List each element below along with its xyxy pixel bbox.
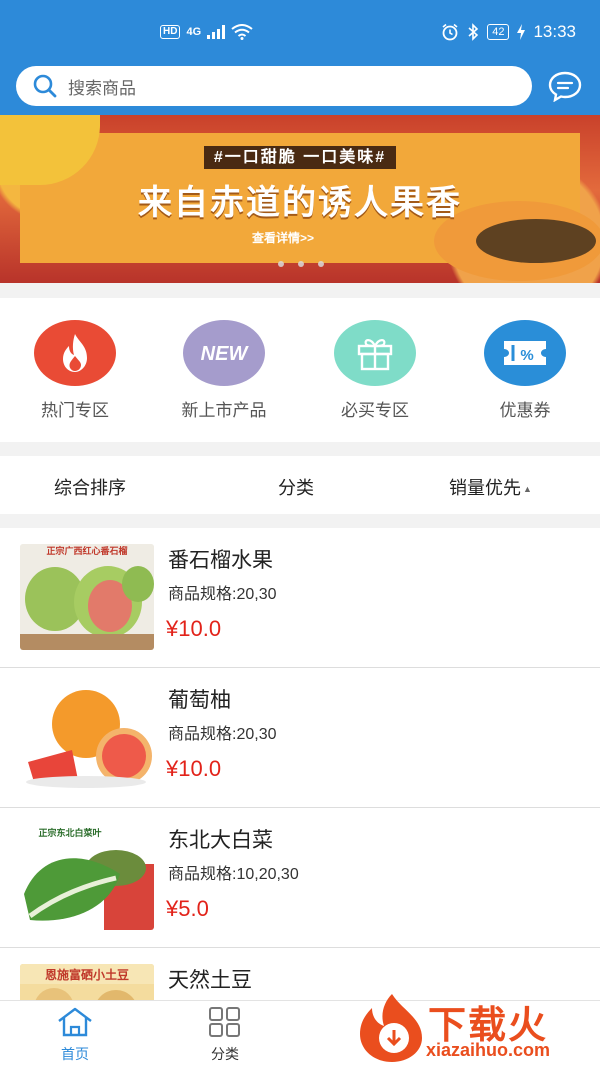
pager-dot[interactable] bbox=[298, 261, 304, 267]
product-spec: 商品规格:20,30 bbox=[168, 726, 277, 743]
product-image-caption: 正宗东北白菜叶 bbox=[38, 827, 101, 839]
product-name: 东北大白菜 bbox=[168, 829, 273, 852]
status-right: 42 13:33 bbox=[441, 22, 576, 42]
watermark: 下载火 xiazaihuo.com bbox=[352, 992, 598, 1064]
banner-detail-link[interactable]: 查看详情>> bbox=[252, 229, 314, 246]
search-placeholder: 搜索商品 bbox=[68, 78, 136, 98]
new-badge-icon: NEW bbox=[183, 320, 265, 386]
promo-banner[interactable]: #一口甜脆 一口美味# 来自赤道的诱人果香 查看详情>> bbox=[0, 115, 600, 283]
banner-slogan-top: #一口甜脆 一口美味# bbox=[0, 143, 600, 169]
top-bar: HD 4G 42 13:33 搜索商品 bbox=[0, 0, 600, 115]
pager-dot[interactable] bbox=[278, 261, 284, 267]
product-item[interactable]: 正宗广西红心番石榴 番石榴水果 商品规格:20,30 ¥10.0 bbox=[0, 528, 600, 668]
product-spec: 商品规格:20,30 bbox=[168, 586, 277, 603]
watermark-url: xiazaihuo.com bbox=[426, 1040, 551, 1060]
battery-level: 42 bbox=[487, 24, 510, 40]
category-shortcuts: 热门专区 NEW 新上市产品 必买专区 % 优惠券 bbox=[0, 298, 600, 442]
product-item[interactable]: 葡萄柚 商品规格:20,30 ¥10.0 bbox=[0, 668, 600, 808]
category-label: 必买专区 bbox=[341, 401, 409, 420]
grid-icon bbox=[209, 1007, 240, 1037]
status-left: HD 4G bbox=[160, 24, 253, 40]
product-price: ¥10.0 bbox=[166, 616, 222, 641]
chat-bubble-icon[interactable] bbox=[548, 70, 582, 102]
network-label: 4G bbox=[186, 26, 202, 38]
nav-category[interactable]: 分类 bbox=[165, 1007, 285, 1064]
product-price: ¥10.0 bbox=[166, 756, 222, 781]
product-name: 番石榴水果 bbox=[168, 549, 273, 572]
product-spec: 商品规格:10,20,30 bbox=[168, 866, 299, 883]
category-hot[interactable]: 热门专区 bbox=[5, 320, 145, 421]
banner-slogan-main: 来自赤道的诱人果香 bbox=[138, 184, 462, 222]
product-item[interactable]: 正宗东北白菜叶 东北大白菜 商品规格:10,20,30 ¥5.0 bbox=[0, 808, 600, 948]
sort-arrow-icon: ▲ bbox=[523, 484, 532, 494]
category-label: 新上市产品 bbox=[181, 401, 267, 420]
category-label: 优惠券 bbox=[499, 401, 551, 420]
clock: 13:33 bbox=[533, 22, 576, 41]
product-name: 天然土豆 bbox=[168, 969, 252, 992]
product-list: 正宗广西红心番石榴 番石榴水果 商品规格:20,30 ¥10.0 葡萄柚 商品规… bbox=[0, 528, 600, 1000]
charging-icon bbox=[517, 24, 526, 40]
category-label: 热门专区 bbox=[41, 401, 109, 420]
product-image: 正宗广西红心番石榴 bbox=[20, 544, 154, 650]
svg-text:%: % bbox=[520, 347, 533, 364]
product-name: 葡萄柚 bbox=[168, 689, 231, 712]
coupon-icon: % bbox=[484, 320, 566, 386]
home-icon bbox=[58, 1007, 92, 1037]
status-bar: HD 4G 42 13:33 bbox=[0, 0, 600, 62]
wifi-icon bbox=[231, 24, 253, 40]
nav-home[interactable]: 首页 bbox=[15, 1007, 135, 1064]
search-input[interactable]: 搜索商品 bbox=[16, 66, 532, 106]
sort-bar: 综合排序 分类 销量优先 ▲ bbox=[0, 456, 600, 514]
category-new[interactable]: NEW 新上市产品 bbox=[154, 320, 294, 421]
bluetooth-icon bbox=[468, 23, 479, 41]
product-image bbox=[20, 684, 154, 790]
nav-home-label: 首页 bbox=[61, 1046, 89, 1062]
signal-icon bbox=[207, 25, 226, 39]
sort-category[interactable]: 分类 bbox=[278, 474, 314, 500]
flame-logo-icon bbox=[360, 994, 422, 1062]
product-image: 正宗东北白菜叶 bbox=[20, 824, 154, 930]
search-icon bbox=[33, 74, 57, 98]
product-price: ¥5.0 bbox=[166, 896, 209, 921]
hd-badge: HD bbox=[160, 25, 181, 39]
gift-icon bbox=[334, 320, 416, 386]
product-image-caption: 正宗广西红心番石榴 bbox=[46, 545, 127, 557]
product-image: 恩施富硒小土豆 bbox=[20, 964, 154, 1000]
flame-icon bbox=[34, 320, 116, 386]
sort-sales-label: 销量优先 bbox=[449, 478, 521, 498]
banner-pager bbox=[278, 261, 324, 267]
category-coupon[interactable]: % 优惠券 bbox=[455, 320, 595, 421]
product-image-caption: 恩施富硒小土豆 bbox=[45, 967, 129, 982]
pager-dot[interactable] bbox=[318, 261, 324, 267]
category-must-buy[interactable]: 必买专区 bbox=[305, 320, 445, 421]
sort-sales[interactable]: 销量优先 ▲ bbox=[449, 474, 532, 500]
alarm-icon bbox=[442, 23, 458, 41]
nav-category-label: 分类 bbox=[211, 1046, 239, 1062]
sort-comprehensive[interactable]: 综合排序 bbox=[54, 474, 126, 500]
svg-text:NEW: NEW bbox=[201, 343, 250, 365]
